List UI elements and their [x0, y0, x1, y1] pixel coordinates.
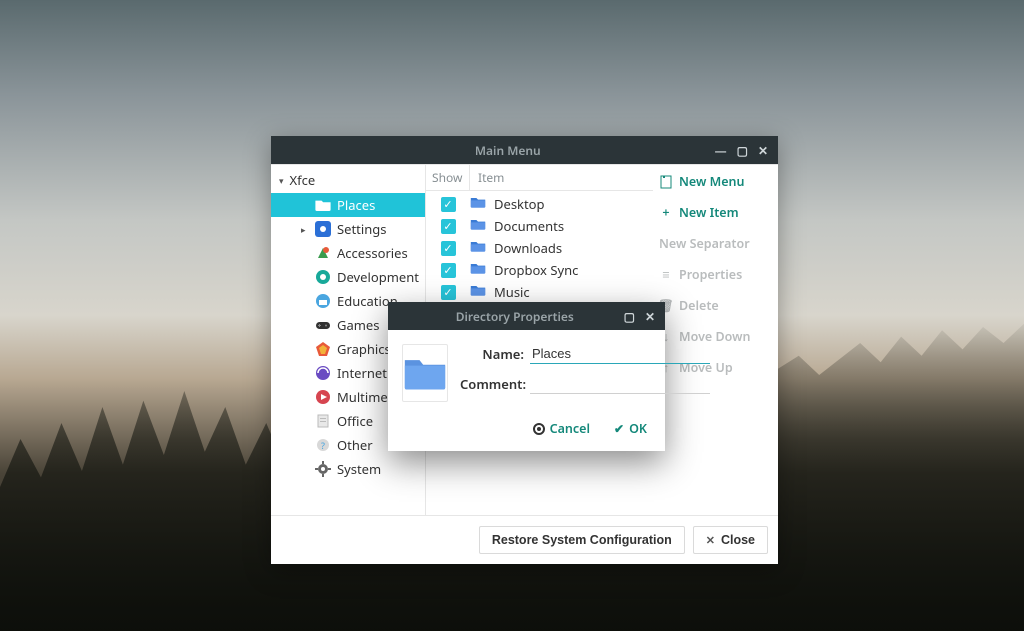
new-separator-button[interactable]: New Separator [659, 235, 772, 252]
graphics-icon [315, 341, 331, 357]
games-icon [315, 317, 331, 333]
tree-root[interactable]: ▾ Xfce [271, 167, 425, 193]
restore-button[interactable]: Restore System Configuration [479, 526, 685, 554]
dialog-close-icon[interactable]: ✕ [645, 308, 655, 325]
list-item-label: Desktop [494, 195, 545, 213]
properties-button[interactable]: ≡ Properties [659, 266, 772, 283]
other-icon: ? [315, 437, 331, 453]
sidebar-item-label: Office [337, 412, 373, 430]
sidebar-item-development[interactable]: Development [271, 265, 425, 289]
ok-label: OK [629, 420, 647, 437]
close-label: Close [721, 533, 755, 547]
folder-icon [470, 239, 488, 257]
folder-icon [470, 261, 488, 279]
office-icon [315, 413, 331, 429]
move-down-button[interactable]: ↓ Move Down [659, 328, 772, 345]
sidebar-item-system[interactable]: System [271, 457, 425, 481]
checkbox[interactable]: ✓ [441, 285, 456, 300]
settings-blue-icon [315, 221, 331, 237]
list-item-label: Documents [494, 217, 564, 235]
main-footer: Restore System Configuration ✕ Close [271, 515, 778, 564]
sidebar-item-label: Games [337, 316, 379, 334]
comment-input[interactable] [530, 374, 710, 394]
action-panel: New Menu + New Item New Separator ≡ Prop… [653, 165, 778, 515]
close-button[interactable]: ✕ Close [693, 526, 768, 554]
sidebar-item-label: System [337, 460, 381, 478]
close-x-icon: ✕ [706, 534, 715, 547]
cancel-label: Cancel [550, 420, 590, 437]
properties-label: Properties [679, 266, 742, 283]
new-separator-label: New Separator [659, 235, 750, 252]
list-item[interactable]: ✓ Documents [426, 215, 653, 237]
cancel-icon [533, 423, 545, 435]
education-icon [315, 293, 331, 309]
sidebar-item-label: Graphics [337, 340, 391, 358]
list-item[interactable]: ✓ Desktop [426, 193, 653, 215]
ok-button[interactable]: ✔ OK [614, 420, 647, 437]
delete-label: Delete [679, 297, 719, 314]
folder-icon [403, 354, 447, 392]
sidebar-item-label: Accessories [337, 244, 408, 262]
maximize-icon[interactable]: ▢ [737, 142, 748, 159]
list-item-label: Dropbox Sync [494, 261, 578, 279]
folder-icon [470, 283, 488, 301]
sidebar-item-label: Development [337, 268, 419, 286]
list-icon: ≡ [659, 266, 673, 283]
tree-root-label: Xfce [290, 171, 316, 189]
dialog-maximize-icon[interactable]: ▢ [624, 308, 635, 325]
new-item-button[interactable]: + New Item [659, 204, 772, 221]
new-menu-label: New Menu [679, 173, 744, 190]
folder-icon [470, 217, 488, 235]
sidebar-item-label: Settings [337, 220, 386, 238]
multimedia-icon [315, 389, 331, 405]
list-item[interactable]: ✓ Downloads [426, 237, 653, 259]
checkbox[interactable]: ✓ [441, 241, 456, 256]
sidebar-item-label: Places [337, 196, 375, 214]
cancel-button[interactable]: Cancel [533, 420, 590, 437]
delete-button[interactable]: 🗑 Delete [659, 297, 772, 314]
list-item-label: Music [494, 283, 530, 301]
list-header: Show Item [426, 165, 653, 191]
dialog-titlebar[interactable]: Directory Properties ▢ ✕ [388, 302, 665, 330]
new-menu-icon [659, 175, 673, 189]
sidebar-item-places[interactable]: Places [271, 193, 425, 217]
col-item[interactable]: Item [470, 165, 653, 190]
sidebar-item-settings[interactable]: ▸ Settings [271, 217, 425, 241]
folder-icon [470, 195, 488, 213]
checkbox[interactable]: ✓ [441, 219, 456, 234]
move-down-label: Move Down [679, 328, 750, 345]
main-titlebar[interactable]: Main Menu — ▢ ✕ [271, 136, 778, 164]
accessories-icon [315, 245, 331, 261]
svg-text:?: ? [321, 439, 325, 452]
list-item[interactable]: ✓ Dropbox Sync [426, 259, 653, 281]
chevron-down-icon: ▾ [279, 174, 284, 187]
sidebar-item-label: Internet [337, 364, 387, 382]
internet-icon [315, 365, 331, 381]
check-icon: ✔ [614, 420, 624, 437]
restore-label: Restore System Configuration [492, 533, 672, 547]
folder-icon [315, 197, 331, 213]
list-item[interactable]: ✓ Music [426, 281, 653, 303]
dialog-title: Directory Properties [416, 308, 614, 325]
plus-icon: + [659, 204, 673, 221]
dev-icon [315, 269, 331, 285]
chevron-right-icon: ▸ [301, 223, 309, 236]
icon-chooser[interactable] [402, 344, 448, 402]
new-menu-button[interactable]: New Menu [659, 173, 772, 190]
name-label: Name: [460, 345, 530, 363]
checkbox[interactable]: ✓ [441, 263, 456, 278]
sidebar-item-accessories[interactable]: Accessories [271, 241, 425, 265]
new-item-label: New Item [679, 204, 739, 221]
col-show[interactable]: Show [426, 165, 470, 190]
sidebar-item-label: Other [337, 436, 373, 454]
close-icon[interactable]: ✕ [758, 142, 768, 159]
minimize-icon[interactable]: — [715, 142, 727, 159]
list-item-label: Downloads [494, 239, 562, 257]
comment-label: Comment: [460, 375, 530, 393]
directory-properties-dialog: Directory Properties ▢ ✕ Name: Comment: [388, 302, 665, 451]
checkbox[interactable]: ✓ [441, 197, 456, 212]
main-title: Main Menu [311, 142, 705, 159]
name-input[interactable] [530, 344, 710, 364]
system-icon [315, 461, 331, 477]
